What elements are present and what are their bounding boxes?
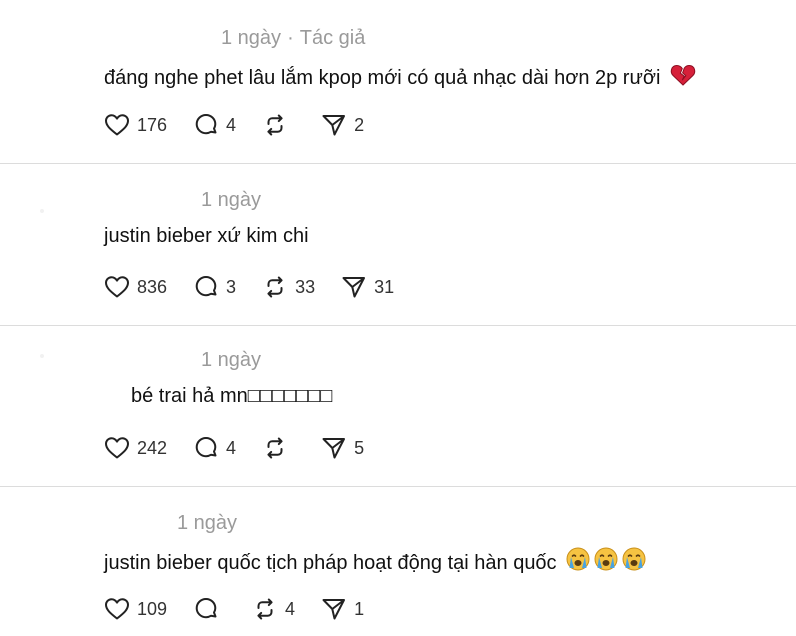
like-count: 836 <box>137 276 168 297</box>
post-text: justin bieber quốc tịch pháp hoạt động t… <box>104 546 648 578</box>
post-divider <box>0 325 796 326</box>
reply-button[interactable]: 4 <box>193 436 236 460</box>
post-meta: 1 ngày <box>201 349 261 372</box>
send-icon <box>322 438 346 459</box>
share-count: 31 <box>374 276 395 297</box>
share-button[interactable]: 2 <box>321 113 364 137</box>
like-button[interactable]: 176 <box>104 113 167 137</box>
post-divider <box>0 486 796 487</box>
speech-bubble-icon <box>195 276 217 297</box>
post-meta: 1 ngày <box>201 189 261 212</box>
avatar[interactable] <box>40 209 44 213</box>
repost-count: 33 <box>295 276 316 297</box>
post-text: justin bieber xứ kim chi <box>104 225 309 248</box>
crying-face-emoji <box>566 546 648 578</box>
post-meta: 1 ngày <box>177 512 237 535</box>
share-count: 2 <box>354 114 365 135</box>
repost-count: 4 <box>285 598 296 619</box>
repost-button[interactable] <box>262 436 295 460</box>
reply-count: 4 <box>226 437 237 458</box>
repost-icon <box>267 437 283 459</box>
post-actions: 242 4 5 <box>104 435 390 461</box>
post-time[interactable]: 1 ngày <box>221 27 281 49</box>
like-count: 176 <box>137 114 168 135</box>
post-text: bé trai hả mn□□□□□□□ <box>131 385 332 408</box>
post-actions: 836 3 33 31 <box>104 274 420 300</box>
post-text: đáng nghe phet lâu lắm kpop mới có quả n… <box>104 63 696 93</box>
reply-count: 4 <box>226 114 237 135</box>
broken-heart-emoji <box>670 63 696 93</box>
share-button[interactable]: 1 <box>321 597 364 621</box>
repost-icon <box>267 114 283 136</box>
post-meta: 1 ngày · Tác giả <box>221 27 365 50</box>
reply-count: 3 <box>226 276 237 297</box>
share-count: 5 <box>354 437 365 458</box>
send-icon <box>322 599 346 620</box>
post-actions: 176 4 2 <box>104 112 390 138</box>
unrendered-glyphs: □□□□□□□ <box>247 385 333 407</box>
speech-bubble-icon <box>195 598 217 619</box>
send-icon <box>322 115 346 136</box>
speech-bubble-icon <box>195 114 217 135</box>
post-actions: 109 4 1 <box>104 596 390 622</box>
repost-icon <box>257 598 273 620</box>
reply-button[interactable] <box>193 597 226 621</box>
share-count: 1 <box>354 598 365 619</box>
reply-button[interactable]: 4 <box>193 113 236 137</box>
heart-icon <box>105 598 129 620</box>
avatar[interactable] <box>40 354 44 358</box>
author-badge: Tác giả <box>299 27 366 49</box>
post-text-content: justin bieber xứ kim chi <box>104 225 309 247</box>
post-time[interactable]: 1 ngày <box>201 349 261 371</box>
post-text-content: bé trai hả mn <box>131 385 248 407</box>
post-text-content: justin bieber quốc tịch pháp hoạt động t… <box>104 552 557 574</box>
post-divider <box>0 163 796 164</box>
like-button[interactable]: 242 <box>104 436 167 460</box>
post-text-content: đáng nghe phet lâu lắm kpop mới có quả n… <box>104 67 661 89</box>
repost-button[interactable]: 33 <box>262 275 315 299</box>
share-button[interactable]: 31 <box>341 275 394 299</box>
like-count: 242 <box>137 437 168 458</box>
reply-button[interactable]: 3 <box>193 275 236 299</box>
heart-icon <box>105 276 129 298</box>
share-button[interactable]: 5 <box>321 436 364 460</box>
like-button[interactable]: 109 <box>104 597 167 621</box>
send-icon <box>342 277 366 298</box>
repost-icon <box>267 276 283 298</box>
speech-bubble-icon <box>195 437 217 458</box>
repost-button[interactable]: 4 <box>252 597 295 621</box>
post-time[interactable]: 1 ngày <box>177 512 237 534</box>
like-count: 109 <box>137 598 168 619</box>
like-button[interactable]: 836 <box>104 275 167 299</box>
post-time[interactable]: 1 ngày <box>201 189 261 211</box>
meta-separator: · <box>287 27 294 49</box>
heart-icon <box>105 437 129 459</box>
heart-icon <box>105 114 129 136</box>
repost-button[interactable] <box>262 113 295 137</box>
